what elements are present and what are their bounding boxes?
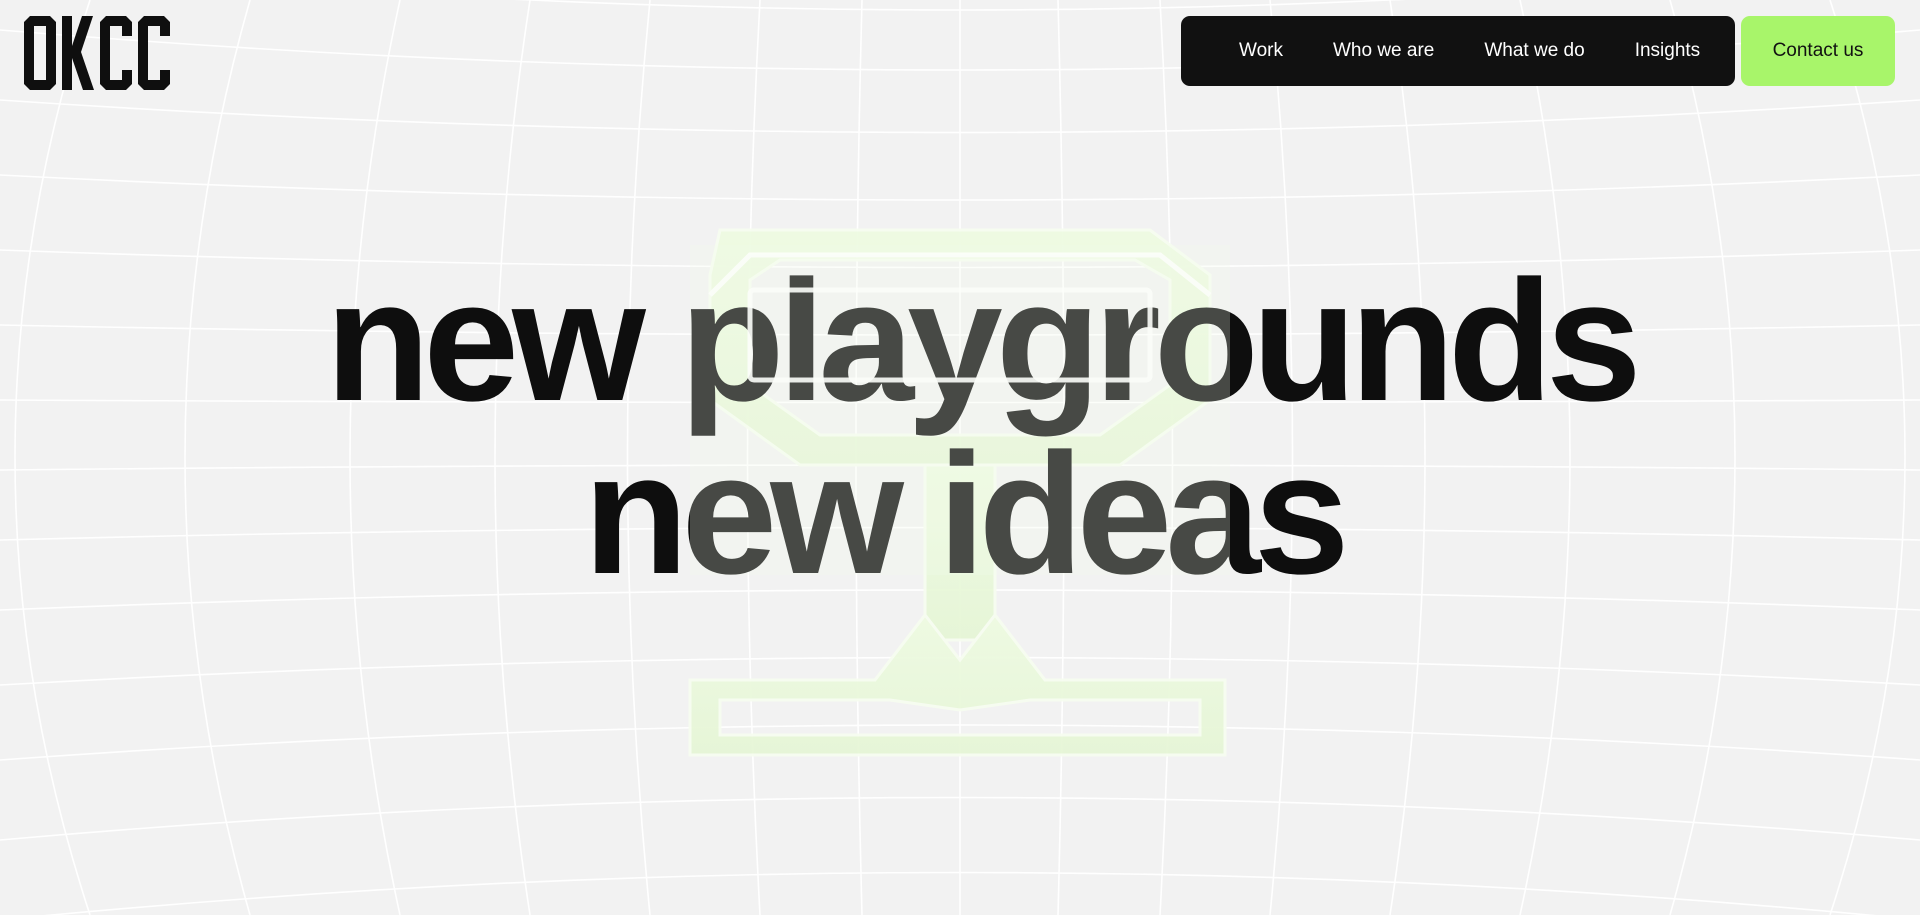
nav-item-work[interactable]: Work	[1239, 40, 1283, 62]
nav-item-what-we-do[interactable]: What we do	[1484, 40, 1584, 62]
nav-item-insights[interactable]: Insights	[1635, 40, 1700, 62]
main-nav: Work Who we are What we do Insights	[1181, 16, 1735, 86]
nav-item-who-we-are[interactable]: Who we are	[1333, 40, 1434, 62]
page: Work Who we are What we do Insights Cont…	[0, 0, 1920, 915]
contact-us-button[interactable]: Contact us	[1741, 16, 1895, 86]
okcc-logo[interactable]	[24, 16, 172, 90]
hero-headline-line1: new playgrounds	[325, 245, 1641, 437]
hero-headline-line2: new ideas	[583, 418, 1349, 610]
